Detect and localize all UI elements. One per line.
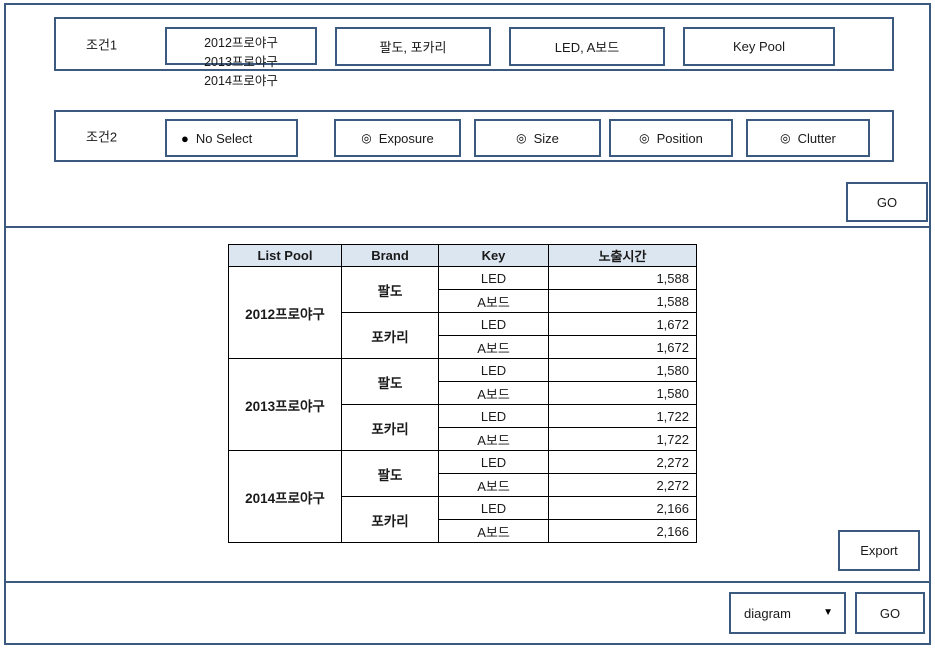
cell-list-pool: 2013프로야구: [228, 358, 342, 451]
cell-key: A보드: [438, 381, 549, 405]
cell-brand: 팔도: [341, 450, 439, 497]
radio-option-clutter-label: Clutter: [797, 130, 836, 146]
cell-key: LED: [438, 358, 549, 382]
cell-key: A보드: [438, 335, 549, 359]
cell-brand: 팔도: [341, 358, 439, 405]
radio-option-clutter[interactable]: ◎ Clutter: [746, 119, 870, 157]
section-divider-bottom: [6, 581, 929, 583]
cell-exposure-time: 1,672: [548, 312, 697, 336]
key-filter-button[interactable]: LED, A보드: [509, 27, 665, 66]
cell-key: A보드: [438, 427, 549, 451]
cell-exposure-time: 1,588: [548, 266, 697, 290]
column-header-key: Key: [438, 244, 549, 267]
radio-option-position-label: Position: [656, 130, 703, 146]
condition-2-label: 조건2: [86, 129, 118, 145]
column-header-list-pool: List Pool: [228, 244, 342, 267]
brand-filter-button[interactable]: 팔도, 포카리: [335, 27, 491, 66]
table-row: 2014프로야구 팔도 LED 2,272: [228, 450, 697, 543]
radio-option-size[interactable]: ◎ Size: [474, 119, 601, 157]
radio-unselected-icon: ◎: [639, 131, 650, 145]
column-header-time: 노출시간: [548, 244, 697, 267]
chevron-down-icon: ▼: [823, 607, 833, 618]
go-button-bottom[interactable]: GO: [855, 592, 925, 634]
radio-option-exposure-label: Exposure: [378, 130, 434, 146]
cell-key: LED: [438, 312, 549, 336]
cell-exposure-time: 2,272: [548, 473, 697, 497]
cell-key: LED: [438, 450, 549, 474]
cell-exposure-time: 2,166: [548, 519, 697, 543]
cell-brand: 포카리: [341, 496, 439, 543]
cell-key: A보드: [438, 519, 549, 543]
section-divider-top: [6, 226, 929, 228]
cell-exposure-time: 2,166: [548, 496, 697, 520]
condition-1-label: 조건1: [86, 37, 118, 53]
output-format-value: diagram: [744, 605, 791, 621]
key-pool-button[interactable]: Key Pool: [683, 27, 835, 66]
cell-exposure-time: 1,588: [548, 289, 697, 313]
cell-key: A보드: [438, 473, 549, 497]
export-button[interactable]: Export: [838, 530, 920, 571]
cell-exposure-time: 1,672: [548, 335, 697, 359]
cell-key: A보드: [438, 289, 549, 313]
cell-key: LED: [438, 266, 549, 290]
radio-selected-icon: ●: [181, 130, 189, 146]
table-row: 2012프로야구 팔도 LED 1,588: [228, 266, 697, 359]
cell-brand: 포카리: [341, 404, 439, 451]
column-header-brand: Brand: [341, 244, 439, 267]
cell-exposure-time: 1,722: [548, 427, 697, 451]
cell-list-pool: 2014프로야구: [228, 450, 342, 543]
cell-exposure-time: 2,272: [548, 450, 697, 474]
radio-option-no-select-label: No Select: [195, 130, 253, 146]
cell-list-pool: 2012프로야구: [228, 266, 342, 359]
list-pool-selector[interactable]: [165, 27, 317, 65]
output-format-select[interactable]: diagram ▼: [729, 592, 846, 634]
cell-brand: 포카리: [341, 312, 439, 359]
radio-option-size-label: Size: [533, 130, 559, 146]
radio-unselected-icon: ◎: [516, 131, 527, 145]
cell-key: LED: [438, 404, 549, 428]
list-pool-option-2014[interactable]: 2014프로야구: [165, 72, 317, 91]
condition-row-2: 조건2 ● No Select ◎ Exposure ◎ Size ◎ Posi…: [54, 110, 894, 162]
cell-brand: 팔도: [341, 266, 439, 313]
table-row: 2013프로야구 팔도 LED 1,580: [228, 358, 697, 451]
cell-exposure-time: 1,580: [548, 358, 697, 382]
radio-unselected-icon: ◎: [780, 131, 791, 145]
radio-option-no-select[interactable]: ● No Select: [165, 119, 298, 157]
cell-exposure-time: 1,722: [548, 404, 697, 428]
cell-key: LED: [438, 496, 549, 520]
application-window: 조건1 2012프로야구 2013프로야구 2014프로야구 팔도, 포카리 L…: [0, 0, 935, 648]
go-button-top[interactable]: GO: [846, 182, 928, 222]
cell-exposure-time: 1,580: [548, 381, 697, 405]
table-header-row: List Pool Brand Key 노출시간: [228, 244, 697, 267]
radio-option-position[interactable]: ◎ Position: [609, 119, 733, 157]
radio-unselected-icon: ◎: [361, 131, 372, 145]
condition-row-1: 조건1 2012프로야구 2013프로야구 2014프로야구 팔도, 포카리 L…: [54, 17, 894, 88]
radio-option-exposure[interactable]: ◎ Exposure: [334, 119, 461, 157]
results-table: List Pool Brand Key 노출시간 2012프로야구 팔도 LED 1,…: [228, 244, 697, 543]
